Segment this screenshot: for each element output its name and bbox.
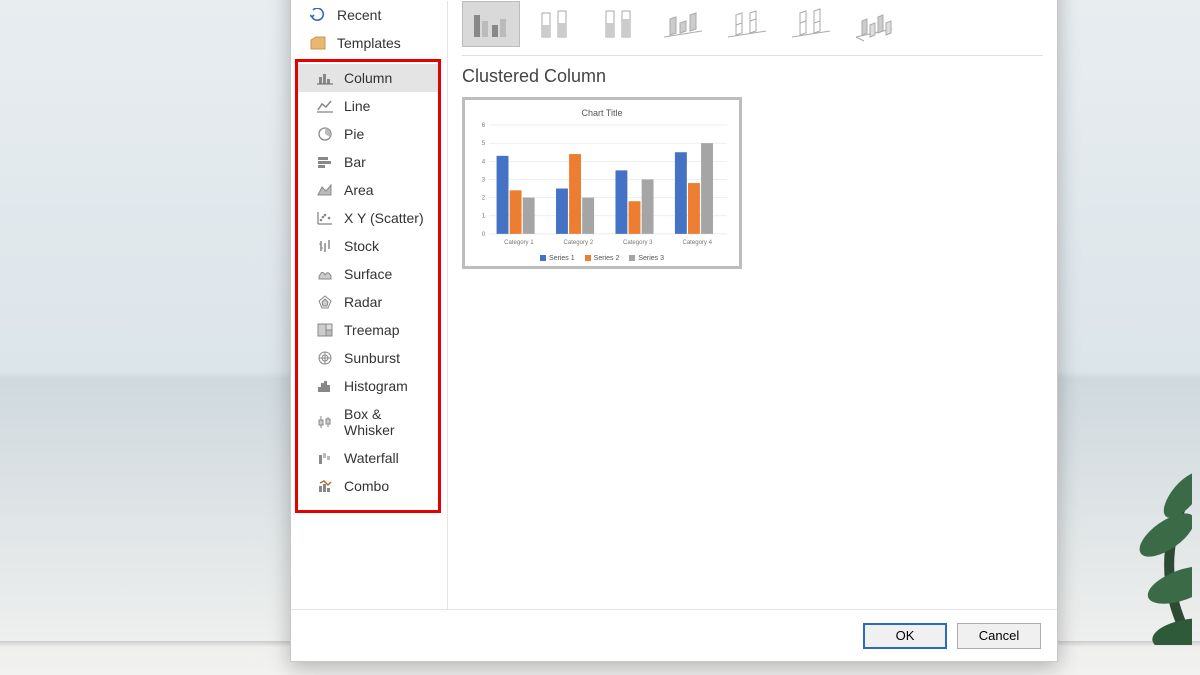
subtype-stacked-column[interactable] xyxy=(526,1,584,47)
chart-preview[interactable]: Chart Title 0 1 2 3 4 5 6 Category 1 Category 2 C… xyxy=(462,97,742,269)
subtype-3d-clustered-column[interactable] xyxy=(654,1,712,47)
boxwhisker-icon xyxy=(316,414,334,430)
sidebar-item-label: Surface xyxy=(344,266,392,282)
sidebar-item-histogram[interactable]: Histogram xyxy=(298,372,438,400)
chart-title: Chart Title xyxy=(581,108,622,118)
subtype-row xyxy=(462,1,1043,56)
sidebar-item-label: Bar xyxy=(344,154,366,170)
highlight-annotation: Column Line Pie xyxy=(295,59,441,513)
recent-icon xyxy=(309,7,327,23)
dialog-button-row: OK Cancel xyxy=(291,609,1057,661)
svg-text:6: 6 xyxy=(482,123,486,129)
svg-text:Category 2: Category 2 xyxy=(564,240,594,246)
sidebar-item-bar[interactable]: Bar xyxy=(298,148,438,176)
plant-decoration xyxy=(1082,385,1192,645)
scatter-icon xyxy=(316,210,334,226)
surface-icon xyxy=(316,266,334,282)
insert-chart-dialog: Recent Templates Column xyxy=(290,0,1058,662)
radar-icon xyxy=(316,294,334,310)
subtype-100-stacked-column[interactable] xyxy=(590,1,648,47)
sidebar-item-label: Radar xyxy=(344,294,382,310)
sidebar-item-label: Pie xyxy=(344,126,364,142)
legend-series-2: Series 2 xyxy=(585,255,620,262)
sidebar-item-area[interactable]: Area xyxy=(298,176,438,204)
sidebar-item-label: Recent xyxy=(337,7,381,23)
combo-icon xyxy=(316,478,334,494)
sidebar-item-stock[interactable]: Stock xyxy=(298,232,438,260)
svg-text:3: 3 xyxy=(482,177,486,183)
sidebar-item-label: X Y (Scatter) xyxy=(344,210,424,226)
cancel-button[interactable]: Cancel xyxy=(957,623,1041,649)
sidebar-item-label: Box & Whisker xyxy=(344,406,430,438)
sidebar-item-sunburst[interactable]: Sunburst xyxy=(298,344,438,372)
sidebar-item-label: Sunburst xyxy=(344,350,400,366)
sidebar-item-boxwhisker[interactable]: Box & Whisker xyxy=(298,400,438,444)
sidebar-item-line[interactable]: Line xyxy=(298,92,438,120)
sidebar-item-label: Column xyxy=(344,70,392,86)
sidebar-item-label: Treemap xyxy=(344,322,400,338)
templates-icon xyxy=(309,35,327,51)
svg-text:Category 3: Category 3 xyxy=(623,240,653,246)
sidebar-item-waterfall[interactable]: Waterfall xyxy=(298,444,438,472)
ok-button[interactable]: OK xyxy=(863,623,947,649)
legend-series-3: Series 3 xyxy=(629,255,664,262)
sidebar-item-templates[interactable]: Templates xyxy=(291,29,447,57)
preview-title: Clustered Column xyxy=(462,66,1043,87)
svg-text:1: 1 xyxy=(482,214,486,220)
sidebar-item-label: Stock xyxy=(344,238,379,254)
svg-text:0: 0 xyxy=(482,232,486,238)
bar-icon xyxy=(316,154,334,170)
svg-text:Category 1: Category 1 xyxy=(504,240,534,246)
sidebar-item-label: Waterfall xyxy=(344,450,399,466)
subtype-3d-stacked-column[interactable] xyxy=(718,1,776,47)
chart-legend: Series 1 Series 2 Series 3 xyxy=(540,255,664,262)
sidebar-item-label: Templates xyxy=(337,35,401,51)
area-icon xyxy=(316,182,334,198)
subtype-3d-100-stacked-column[interactable] xyxy=(782,1,840,47)
svg-text:2: 2 xyxy=(482,196,486,202)
line-icon xyxy=(316,98,334,114)
stock-icon xyxy=(316,238,334,254)
sidebar-item-treemap[interactable]: Treemap xyxy=(298,316,438,344)
subtype-3d-column[interactable] xyxy=(846,1,904,47)
sidebar-item-label: Area xyxy=(344,182,374,198)
histogram-icon xyxy=(316,378,334,394)
waterfall-icon xyxy=(316,450,334,466)
sidebar-item-recent[interactable]: Recent xyxy=(291,1,447,29)
sidebar-item-label: Histogram xyxy=(344,378,408,394)
sidebar-item-radar[interactable]: Radar xyxy=(298,288,438,316)
chart-category-sidebar: Recent Templates Column xyxy=(291,1,447,609)
column-icon xyxy=(316,70,334,86)
pie-icon xyxy=(316,126,334,142)
svg-text:4: 4 xyxy=(482,159,486,165)
sidebar-item-column[interactable]: Column xyxy=(298,64,438,92)
treemap-icon xyxy=(316,322,334,338)
chart-preview-svg: 0 1 2 3 4 5 6 Category 1 Category 2 Category 3 Cat… xyxy=(471,120,733,253)
chart-subtype-panel: Clustered Column Chart Title 0 1 2 3 4 5 6 Cate… xyxy=(447,1,1057,609)
subtype-clustered-column[interactable] xyxy=(462,1,520,47)
legend-series-1: Series 1 xyxy=(540,255,575,262)
sidebar-item-label: Line xyxy=(344,98,370,114)
svg-text:5: 5 xyxy=(482,141,486,147)
svg-text:Category 4: Category 4 xyxy=(682,240,712,246)
sidebar-item-label: Combo xyxy=(344,478,389,494)
sidebar-item-pie[interactable]: Pie xyxy=(298,120,438,148)
sidebar-item-surface[interactable]: Surface xyxy=(298,260,438,288)
sidebar-item-combo[interactable]: Combo xyxy=(298,472,438,500)
sunburst-icon xyxy=(316,350,334,366)
sidebar-item-scatter[interactable]: X Y (Scatter) xyxy=(298,204,438,232)
